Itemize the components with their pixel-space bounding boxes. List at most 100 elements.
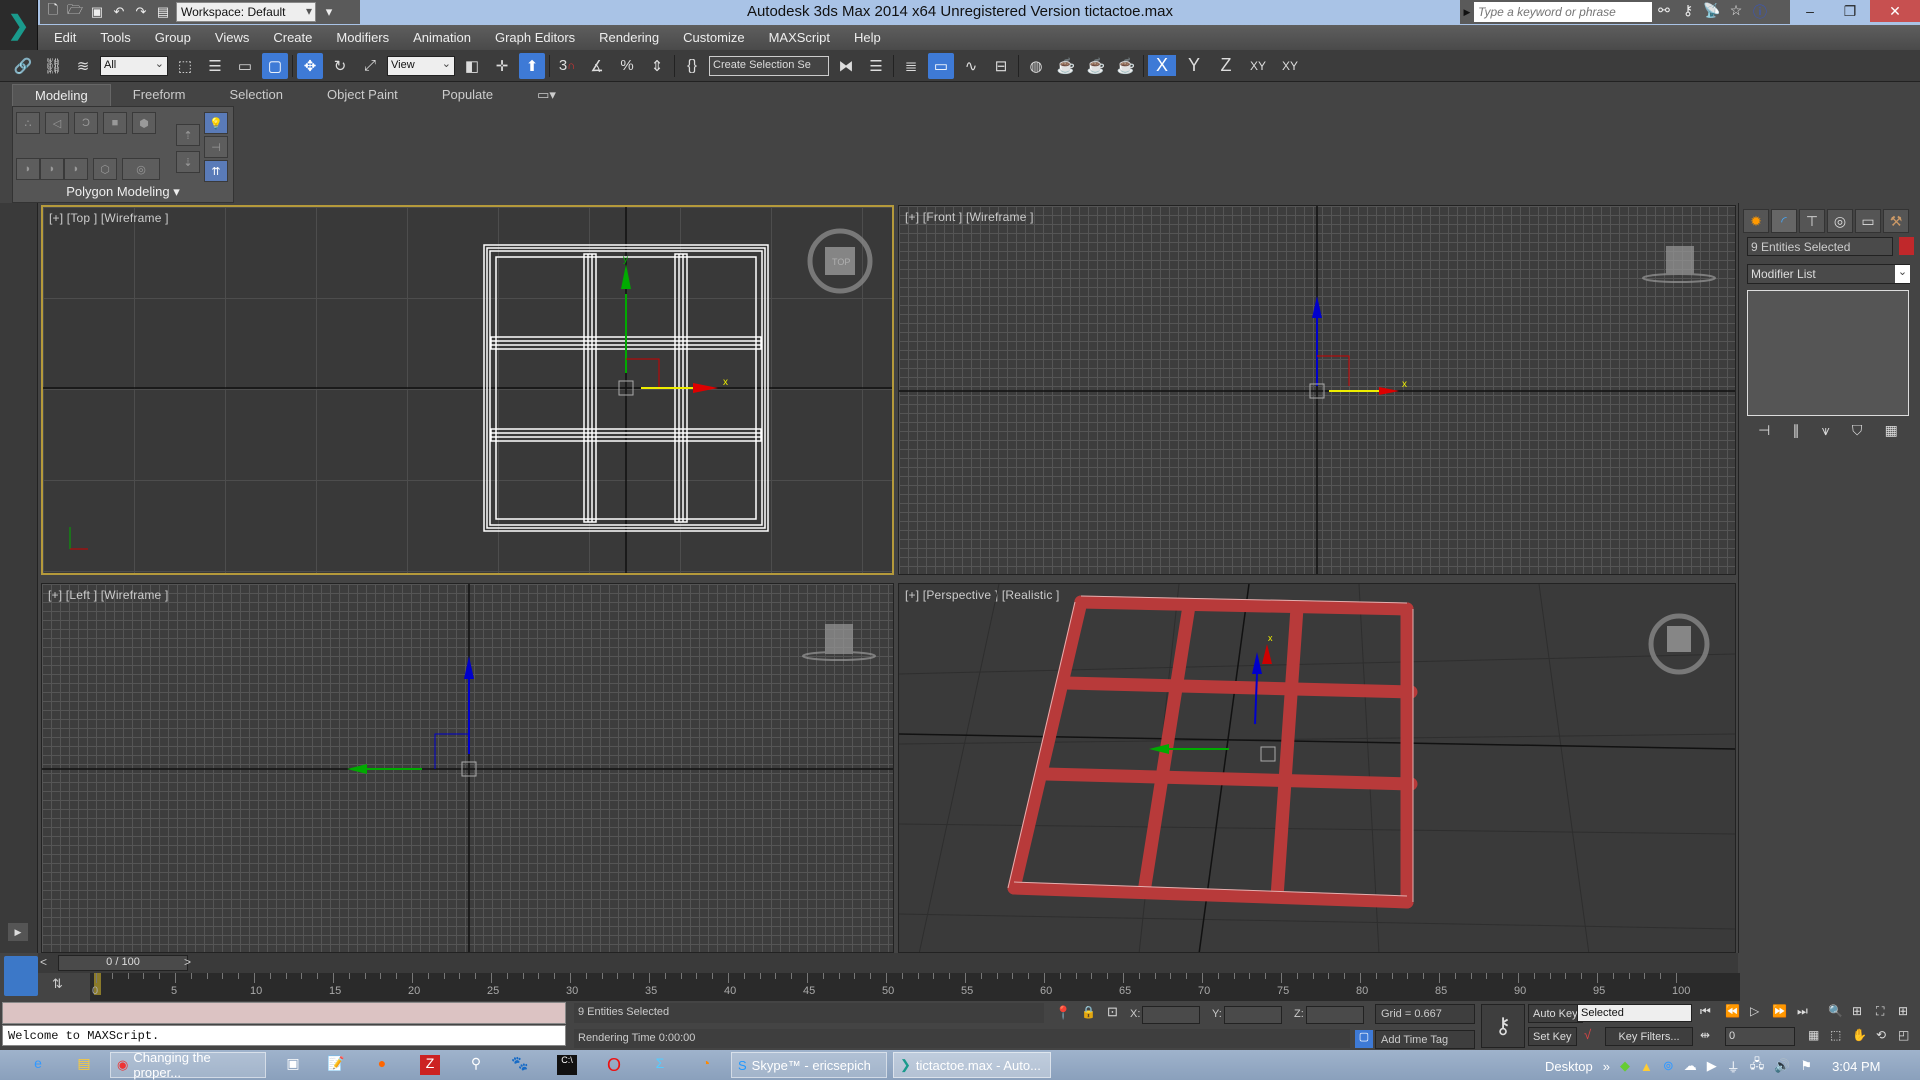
select-cube2-icon[interactable]: ◗ (64, 158, 88, 180)
open-file-icon[interactable]: 🗁 (66, 2, 84, 21)
display-tab-icon[interactable]: ▭ (1855, 209, 1881, 233)
z-coordinate-field[interactable] (1306, 1006, 1364, 1024)
named-selection-dropdown[interactable]: Create Selection Se (709, 55, 829, 76)
expand-ribbon-icon[interactable]: ▶ (8, 923, 28, 941)
x-coordinate-field[interactable] (1142, 1006, 1200, 1024)
menu-views[interactable]: Views (215, 30, 249, 45)
file-explorer-icon[interactable]: ▤ (74, 1055, 94, 1075)
bind-space-warp-icon[interactable]: ≋ (70, 53, 96, 79)
filezilla-icon[interactable]: Z (420, 1055, 440, 1075)
tab-modeling[interactable]: Modeling (12, 84, 111, 106)
rotate-icon[interactable]: ↻ (327, 53, 353, 79)
axis-y-button[interactable]: Y (1180, 55, 1208, 76)
selection-filter-dropdown[interactable]: All (100, 55, 168, 76)
angle-snap-icon[interactable]: ∡ (584, 53, 610, 79)
preview-selection-icon[interactable]: ⬡ (93, 158, 117, 180)
menu-tools[interactable]: Tools (100, 30, 130, 45)
volume-icon[interactable]: 🔊 (1774, 1058, 1790, 1074)
rendered-frame-window-icon[interactable]: ☕ (1083, 53, 1109, 79)
move-icon[interactable]: ✥ (297, 52, 323, 79)
select-by-icon[interactable]: ◗ (16, 158, 40, 180)
viewport-perspective[interactable]: [+] [Perspective ] [Realistic ] x (898, 583, 1736, 953)
show-end-result-icon[interactable]: ∥ (1793, 422, 1800, 442)
firefox-icon[interactable]: ● (372, 1055, 392, 1075)
prev-frame-icon[interactable]: < (40, 955, 47, 969)
selection-lock-icon[interactable]: 🔒 (1081, 1005, 1096, 1019)
action-center-flag-icon[interactable]: ⚑ (1800, 1058, 1812, 1074)
render-production-icon[interactable]: ☕ (1113, 53, 1139, 79)
show-end-result-icon[interactable]: 💡 (204, 112, 228, 134)
track-bar[interactable]: 0 5 10 15 20 25 30 35 40 45 50 55 60 65 70 75 80 85 90 95 10… (90, 973, 1740, 1001)
menu-edit[interactable]: Edit (54, 30, 76, 45)
remove-modifier-icon[interactable]: ⛉ (1852, 422, 1863, 442)
viewport-front[interactable]: [+] [Front ] [Wireframe ] x (898, 205, 1736, 575)
menu-group[interactable]: Group (155, 30, 191, 45)
binoculars-icon[interactable]: ⚯ (1652, 2, 1676, 22)
network-icon[interactable]: 🖧 (1750, 1055, 1765, 1077)
modifier-list-dropdown[interactable]: Modifier List (1747, 264, 1910, 284)
stack-up-icon[interactable]: ⇈ (204, 160, 228, 182)
desktop-toolbar[interactable]: Desktop (1545, 1059, 1593, 1074)
pivot-center-icon[interactable]: ◧ (459, 53, 485, 79)
ribbon-options-icon[interactable]: ▭▾ (515, 84, 578, 106)
hierarchy-tab-icon[interactable]: ⊤ (1799, 209, 1825, 233)
soft-selection-icon[interactable]: ◎ (122, 158, 160, 180)
select-by-name-icon[interactable]: ☰ (202, 53, 228, 79)
go-to-end-icon[interactable]: ⏭ (1797, 1004, 1808, 1019)
play-icon[interactable]: ▷ (1750, 1004, 1759, 1018)
set-keys-key-icon[interactable]: ⚷ (1481, 1004, 1525, 1048)
auto-key-button[interactable]: Auto Key (1528, 1004, 1583, 1023)
tab-selection[interactable]: Selection (208, 84, 305, 106)
element-icon[interactable]: ⬢ (132, 112, 156, 134)
zoom-extents-all-icon[interactable]: ⊞ (1898, 1004, 1908, 1018)
connection-icon[interactable]: ⚲ (466, 1055, 486, 1075)
key-filters-button[interactable]: Key Filters... (1605, 1027, 1693, 1046)
axis-xy-button[interactable]: XY (1244, 59, 1272, 73)
pin-stack-icon[interactable]: ⊣ (204, 136, 228, 158)
maxscript-listener-input[interactable]: Welcome to MAXScript. (2, 1025, 566, 1046)
current-frame-field[interactable]: 0 (1725, 1027, 1795, 1046)
save-icon[interactable]: ▣ (88, 3, 106, 21)
gimp-icon[interactable]: 🐾 (510, 1055, 530, 1075)
unlink-icon[interactable]: ⛓ (40, 53, 66, 79)
viewport-left[interactable]: [+] [Left ] [Wireframe ] (41, 583, 894, 953)
object-color-swatch[interactable] (1899, 237, 1914, 255)
y-coordinate-field[interactable] (1224, 1006, 1282, 1024)
taskbar-chrome[interactable]: ◉ Changing the proper... (110, 1050, 266, 1080)
edge-icon[interactable]: ◁ (45, 112, 69, 134)
motion-tab-icon[interactable]: ◎ (1827, 209, 1853, 233)
customize-qat-icon[interactable]: ▾ (320, 3, 338, 21)
add-time-tag-button[interactable]: Add Time Tag (1375, 1030, 1475, 1049)
grow-icon[interactable]: ⇡ (176, 124, 200, 146)
previous-frame-icon[interactable]: ⏪ (1725, 1004, 1740, 1018)
polygon-icon[interactable]: ■ (103, 112, 127, 134)
select-manipulate-icon[interactable]: ✛ (489, 53, 515, 79)
menu-maxscript[interactable]: MAXScript (769, 30, 830, 45)
minimize-button[interactable]: – (1790, 0, 1830, 22)
orbit-icon[interactable]: ⟲ (1876, 1028, 1886, 1042)
zoom-extents-icon[interactable]: ⛶ (1876, 1004, 1884, 1019)
rectangular-selection-icon[interactable]: ▭ (232, 53, 258, 79)
absolute-mode-icon[interactable]: ⊡ (1107, 1004, 1118, 1020)
vertex-icon[interactable]: ∴ (16, 112, 40, 134)
object-name-field[interactable]: 9 Entities Selected (1747, 237, 1893, 256)
select-object-icon[interactable]: ⬚ (172, 53, 198, 79)
ribbon-toggle-icon[interactable]: ▭ (928, 52, 954, 79)
layer-explorer-icon[interactable]: ≣ (898, 53, 924, 79)
set-key-button[interactable]: Set Key (1528, 1027, 1577, 1046)
key-mode-dropdown[interactable]: Selected (1577, 1004, 1692, 1022)
reference-coordinate-dropdown[interactable]: View (387, 55, 455, 76)
modify-tab-icon[interactable]: ◜ (1771, 209, 1797, 233)
app-icon[interactable]: ▣ (283, 1055, 303, 1075)
time-slider[interactable]: 0 / 100 (58, 955, 188, 971)
close-button[interactable]: ✕ (1870, 0, 1920, 22)
workspace-dropdown[interactable]: Workspace: Default (176, 2, 316, 22)
notepad-icon[interactable]: 📝 (326, 1055, 346, 1075)
taskbar-skype[interactable]: S Skype™ - ericsepich (731, 1052, 887, 1078)
next-frame-icon[interactable]: > (184, 955, 191, 969)
sync-icon[interactable]: ⊚ (1663, 1058, 1674, 1074)
spinner-snap-icon[interactable]: ⇕ (644, 53, 670, 79)
isolate-selection-icon[interactable]: 📍 (1055, 1005, 1071, 1021)
region-zoom-icon[interactable]: ⬚ (1830, 1028, 1841, 1042)
new-file-icon[interactable]: 🗋 (44, 2, 62, 21)
